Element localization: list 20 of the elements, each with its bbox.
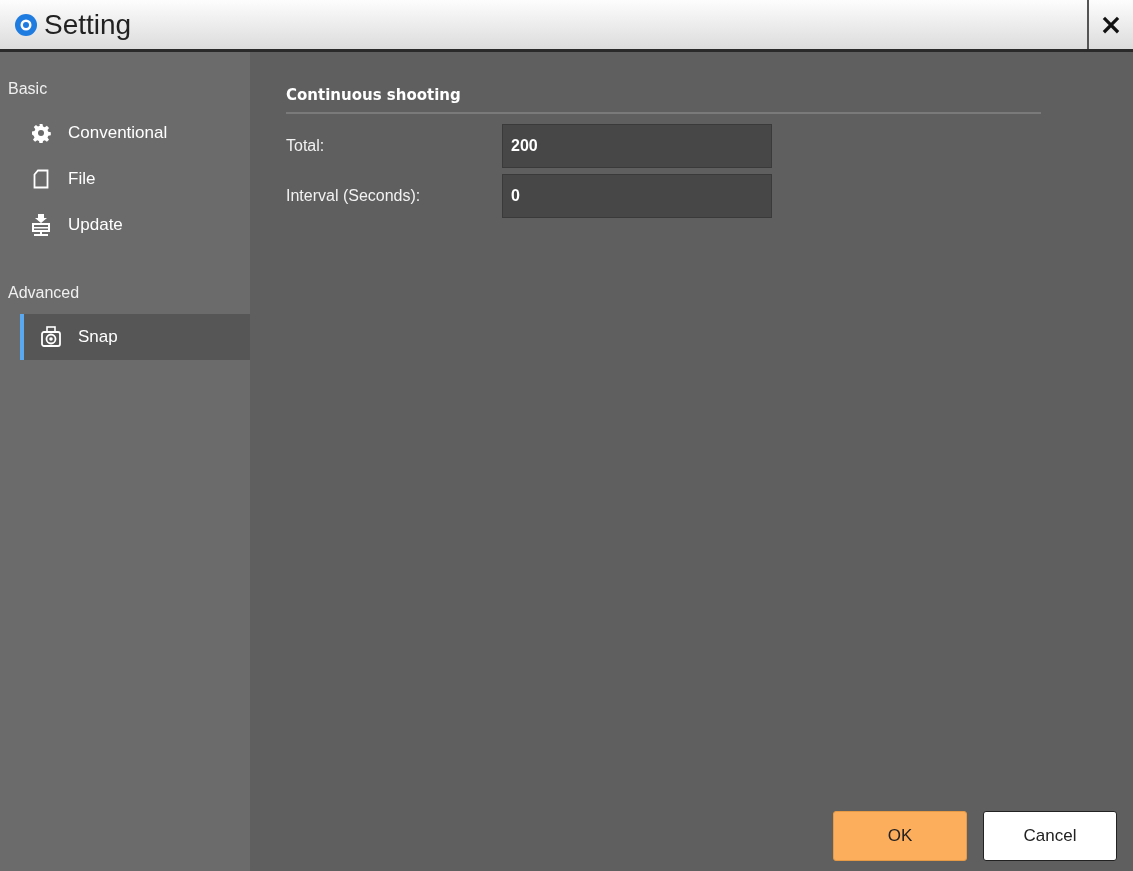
document-icon — [31, 169, 51, 189]
field-label: Total: — [286, 137, 326, 155]
window-title: Setting — [44, 8, 132, 41]
download-icon — [31, 214, 51, 236]
sidebar-item[interactable]: Conventional — [0, 110, 250, 156]
sidebar-item[interactable]: File — [0, 156, 250, 202]
ok-button[interactable]: OK — [833, 811, 967, 861]
sidebar-item[interactable]: Snap — [20, 314, 250, 360]
input-field[interactable]: 200 — [502, 124, 772, 168]
close-button[interactable]: × — [1087, 0, 1133, 49]
input-field[interactable]: 0 — [502, 174, 772, 218]
section-title: Continuous shooting — [286, 86, 1041, 114]
camera-icon — [40, 326, 62, 348]
gear-icon — [31, 123, 51, 143]
cancel-button[interactable]: Cancel — [983, 811, 1117, 861]
app-icon — [14, 12, 38, 37]
sidebar-heading: Advanced — [7, 284, 81, 302]
sidebar-item[interactable]: Update — [0, 202, 250, 248]
sidebar-heading: Basic — [7, 80, 49, 98]
field-label: Interval (Seconds): — [286, 187, 422, 205]
